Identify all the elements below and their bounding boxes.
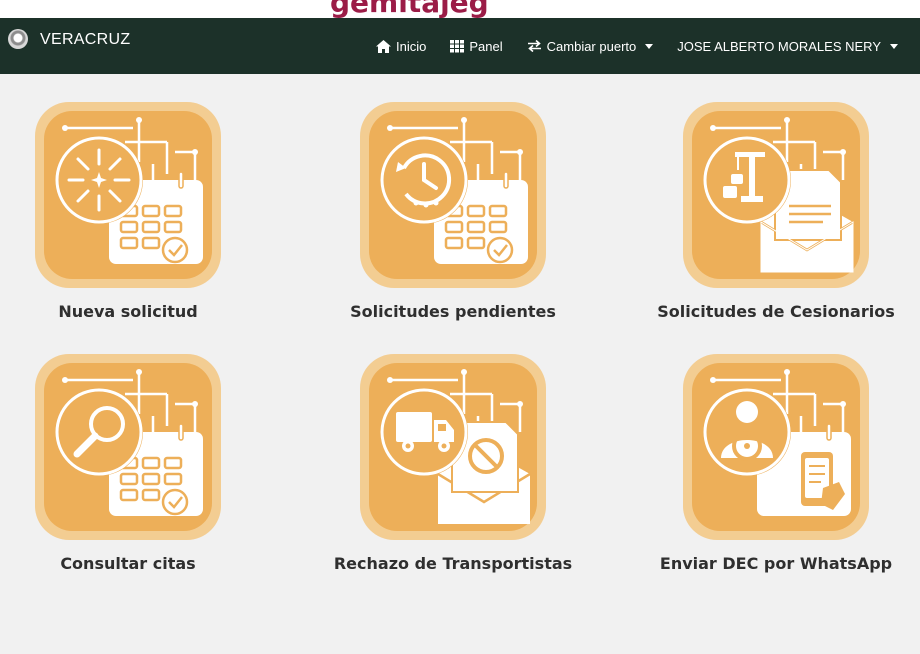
- chevron-down-icon: [890, 43, 898, 49]
- tile-pending-requests[interactable]: Solicitudes pendientes: [303, 102, 603, 321]
- change-port-dropdown[interactable]: Cambiar puerto: [527, 39, 654, 54]
- tile-label: Solicitudes de Cesionarios: [657, 302, 895, 321]
- home-icon: [376, 39, 392, 53]
- tile-carrier-rejection[interactable]: Rechazo de Transportistas: [303, 354, 603, 573]
- change-port-label: Cambiar puerto: [546, 38, 637, 54]
- tile-assignee-requests[interactable]: Solicitudes de Cesionarios: [626, 102, 920, 321]
- nav-home-link[interactable]: Inicio: [376, 39, 426, 54]
- brand[interactable]: VERACRUZ: [8, 18, 130, 74]
- user-name: JOSE ALBERTO MORALES NERY: [677, 38, 881, 54]
- swap-icon: [527, 40, 541, 52]
- pending-requests-icon: [360, 102, 546, 288]
- tile-send-dec-whatsapp[interactable]: Enviar DEC por WhatsApp: [626, 354, 920, 573]
- brand-name: VERACRUZ: [40, 31, 131, 48]
- nav-menu: Inicio Panel Cambiar puerto JOSE ALBERTO…: [376, 18, 898, 74]
- tile-label: Nueva solicitud: [58, 302, 198, 321]
- top-navbar: VERACRUZ Inicio Panel Cambiar puerto JOS…: [0, 18, 920, 74]
- port-logo-icon: [8, 29, 28, 49]
- tile-label: Solicitudes pendientes: [350, 302, 556, 321]
- user-menu-dropdown[interactable]: JOSE ALBERTO MORALES NERY: [677, 39, 898, 54]
- banner-title: gemitajeg: [330, 0, 489, 18]
- tile-search-appointments[interactable]: Consultar citas: [0, 354, 278, 573]
- send-dec-whatsapp-icon: [683, 354, 869, 540]
- page-header-strip: gemitajeg: [0, 0, 920, 18]
- nav-panel-link[interactable]: Panel: [450, 38, 503, 54]
- carrier-rejection-icon: [360, 354, 546, 540]
- assignee-requests-icon: [683, 102, 869, 288]
- tile-label: Rechazo de Transportistas: [333, 554, 573, 573]
- tile-label: Consultar citas: [60, 554, 196, 573]
- nav-panel-label: Panel: [469, 38, 503, 54]
- tile-new-request[interactable]: Nueva solicitud: [0, 102, 278, 321]
- tile-label: Enviar DEC por WhatsApp: [659, 554, 893, 573]
- grid-icon: [450, 39, 465, 52]
- new-request-icon: [35, 102, 221, 288]
- nav-home-label: Inicio: [396, 38, 427, 54]
- search-appointments-icon: [35, 354, 221, 540]
- chevron-down-icon: [645, 43, 654, 49]
